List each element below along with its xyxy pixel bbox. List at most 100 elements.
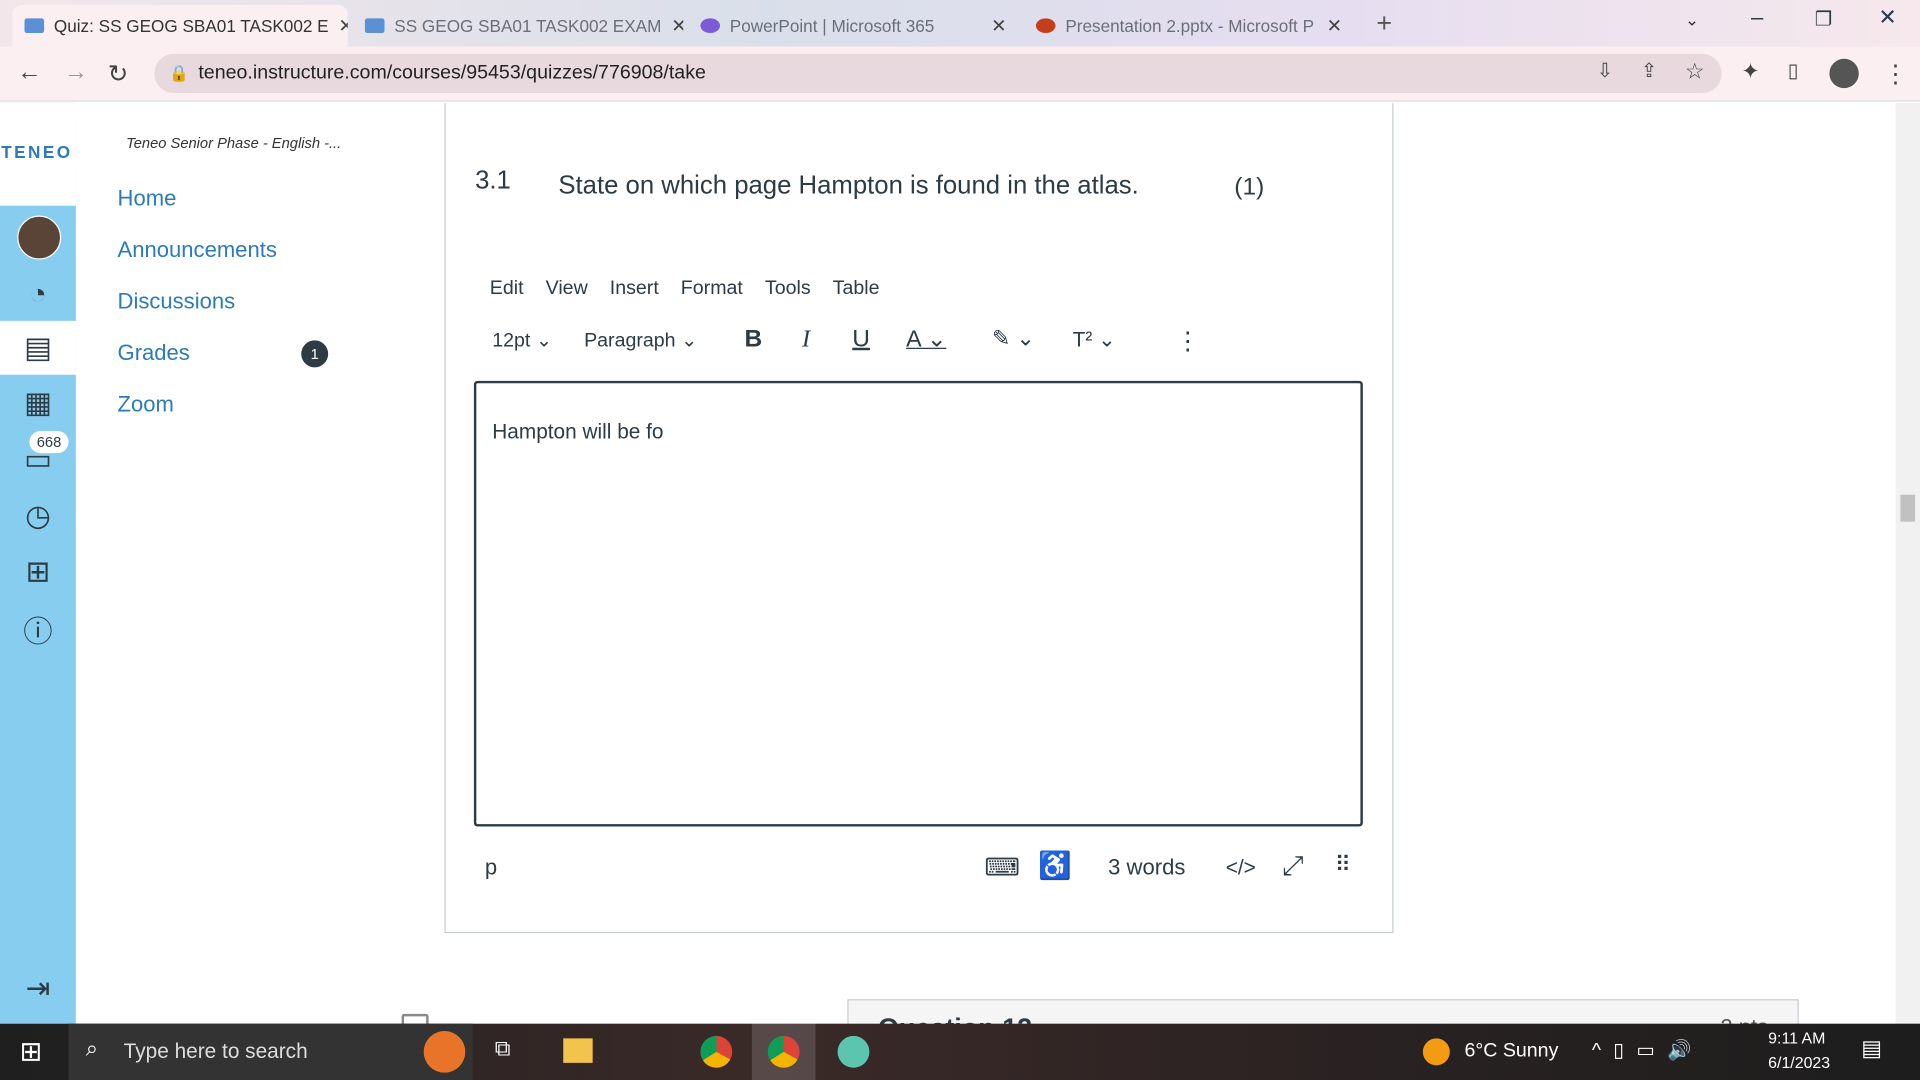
restore-icon[interactable]: ❐ [1815,7,1833,31]
text-color-button[interactable]: A ⌄ [906,326,946,354]
more-toolbar-icon[interactable]: ⋮ [1176,326,1200,357]
windows-start-icon[interactable]: ⊞ [20,1036,43,1068]
address-bar-row: ← → ↻ 🔒 teneo.instructure.com/courses/954… [0,46,1920,102]
courses-icon[interactable]: ▤ [17,327,59,369]
menu-tools[interactable]: Tools [765,278,811,299]
global-nav: TENEO ◔ ▤ ▦ ▭ 668 ◷ ⊞ ⓘ ⇥ [0,102,76,1024]
tab-search-icon[interactable]: ⌄ [1685,10,1699,31]
close-tab-icon[interactable]: ✕ [338,15,347,37]
collapse-nav-icon[interactable]: ⇥ [17,967,59,1009]
keyboard-shortcuts-icon[interactable]: ⌨ [984,852,1019,883]
editor-menubar: Edit View Insert Format Tools Table [490,278,902,300]
course-title: Teneo Senior Phase - English -... [126,134,342,152]
reload-icon[interactable]: ↻ [108,59,129,90]
tab-powerpoint-365[interactable]: PowerPoint | Microsoft 365 ✕ [688,5,1019,47]
lock-icon: 🔒 [168,63,189,83]
block-format-select[interactable]: Paragraph ⌄ [584,328,697,352]
chrome-icon[interactable] [700,1035,733,1068]
bold-button[interactable]: B [744,326,762,354]
menu-edit[interactable]: Edit [490,278,524,299]
owl-app-icon[interactable] [837,1035,870,1068]
tab-title: Quiz: SS GEOG SBA01 TASK002 E [53,15,329,36]
tab-exam[interactable]: SS GEOG SBA01 TASK002 EXAM ✕ [353,5,683,47]
chrome-active-icon[interactable] [767,1035,800,1068]
bookmark-star-icon[interactable]: ☆ [1685,59,1705,85]
task-view-icon[interactable]: ⧉ [495,1036,511,1062]
status-path: p [484,854,498,880]
close-tab-icon[interactable]: ✕ [991,15,1006,37]
menu-icon[interactable]: ⋮ [1883,59,1907,90]
weather-sun-icon [1422,1038,1450,1066]
canvas-favicon-icon [364,18,385,34]
search-icon: ⌕ [85,1035,99,1061]
canvas-favicon-icon [24,18,45,34]
superscript-button[interactable]: T² ⌄ [1073,328,1116,352]
basketball-icon [423,1031,466,1073]
share-icon[interactable]: ⇪ [1641,59,1657,83]
clock-date[interactable]: 6/1/2023 [1768,1053,1830,1071]
menu-insert[interactable]: Insert [610,278,659,299]
file-explorer-icon[interactable] [563,1038,593,1063]
question-text: State on which page Hampton is found in … [558,171,1139,200]
accessibility-checker-icon[interactable]: ♿ [1038,850,1072,882]
underline-button[interactable]: U [852,326,870,354]
italic-button[interactable]: I [802,326,810,354]
forward-icon[interactable]: → [64,59,88,87]
tab-title: PowerPoint | Microsoft 365 [729,15,935,36]
side-panel-icon[interactable]: ▯ [1788,59,1799,83]
resize-handle-icon[interactable]: ⠿ [1335,852,1351,878]
powerpoint-icon [1035,18,1056,34]
course-nav-zoom[interactable]: Zoom [118,392,174,418]
answer-editor[interactable]: Hampton will be fo [473,380,1363,827]
tab-presentation[interactable]: Presentation 2.pptx - Microsoft P ✕ [1024,5,1355,47]
close-tab-icon[interactable]: ✕ [671,15,683,37]
extensions-icon[interactable]: ✦ [1741,59,1759,85]
url-input[interactable]: 🔒 teneo.instructure.com/courses/95453/qui… [154,53,1722,94]
clock-time[interactable]: 9:11 AM [1768,1029,1825,1047]
question-number: 3.1 [475,166,511,195]
search-placeholder: Type here to search [123,1039,308,1063]
teneo-logo[interactable]: TENEO [1,142,72,162]
account-avatar[interactable] [17,215,62,260]
tab-bar: Quiz: SS GEOG SBA01 TASK002 E ✕ SS GEOG S… [0,0,1920,47]
system-tray-icons[interactable]: ^▯▭🔊 [1592,1038,1704,1062]
new-tab-button[interactable]: + [1376,7,1392,39]
page-scrollbar[interactable] [1895,102,1920,1024]
highlight-color-button[interactable]: ✎ ⌄ [992,326,1035,352]
menu-view[interactable]: View [546,278,588,299]
html-editor-toggle[interactable]: </> [1226,856,1256,880]
course-nav-announcements[interactable]: Announcements [118,238,277,264]
taskbar-search[interactable]: ⌕ Type here to search [68,1023,473,1080]
grades-badge: 1 [301,340,329,368]
commons-icon[interactable]: ⊞ [17,551,59,593]
minimize-icon[interactable]: – [1751,5,1763,31]
back-icon[interactable]: ← [17,59,41,87]
course-nav-grades[interactable]: Grades [118,340,190,366]
tab-quiz[interactable]: Quiz: SS GEOG SBA01 TASK002 E ✕ [12,4,348,47]
question-marks: (1) [1234,173,1265,201]
dashboard-icon[interactable]: ◔ [17,274,59,316]
microsoft365-icon [700,18,721,34]
close-tab-icon[interactable]: ✕ [1327,15,1342,37]
close-window-icon[interactable]: ✕ [1878,5,1896,31]
history-icon[interactable]: ◷ [17,495,59,537]
menu-format[interactable]: Format [681,278,743,299]
scrollbar-thumb[interactable] [1900,494,1916,522]
calendar-icon[interactable]: ▦ [17,382,59,424]
help-icon[interactable]: ⓘ [17,607,59,649]
font-size-select[interactable]: 12pt ⌄ [492,328,552,352]
menu-table[interactable]: Table [833,278,880,299]
course-nav-home[interactable]: Home [118,186,177,212]
course-nav: Teneo Senior Phase - English -... Home A… [75,102,444,1024]
profile-avatar[interactable] [1829,58,1859,89]
word-count[interactable]: 3 words [1108,855,1185,881]
notifications-icon[interactable]: ▤ [1861,1036,1882,1062]
fullscreen-icon[interactable]: ⤢ [1282,850,1304,882]
tab-title: SS GEOG SBA01 TASK002 EXAM [394,15,662,36]
weather-text[interactable]: 6°C Sunny [1465,1041,1559,1063]
course-nav-discussions[interactable]: Discussions [118,289,236,315]
install-icon[interactable]: ⇩ [1597,59,1613,83]
windows-taskbar: ⊞ ⌕ Type here to search ⧉ 6°C Sunny ^▯▭🔊… [0,1023,1920,1080]
tab-title: Presentation 2.pptx - Microsoft P [1065,15,1315,36]
url-text: teneo.instructure.com/courses/95453/quiz… [198,62,706,84]
